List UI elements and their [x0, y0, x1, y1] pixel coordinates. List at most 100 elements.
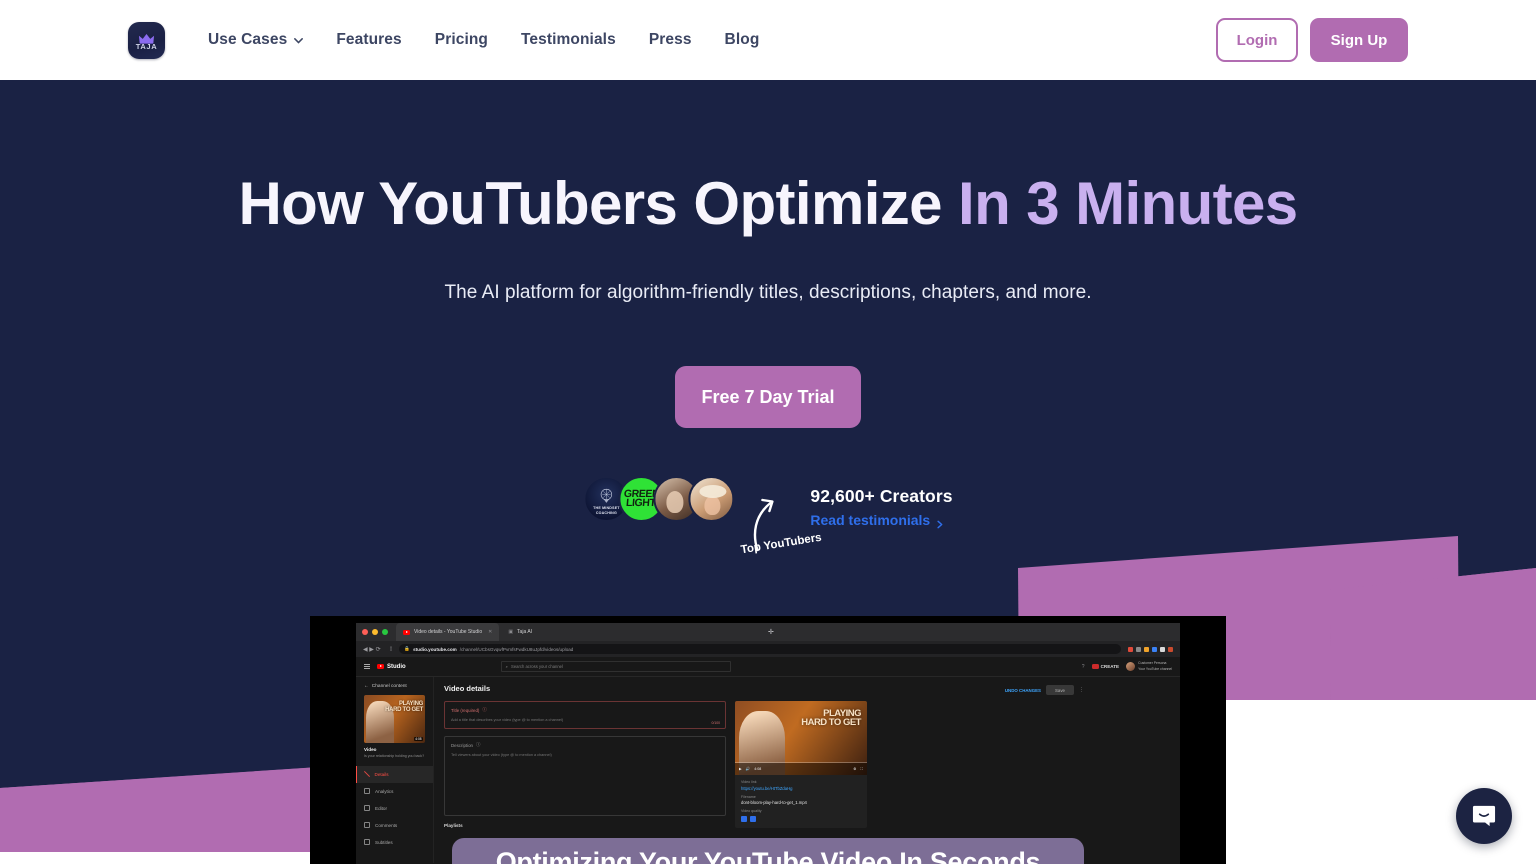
top-navbar: TAJA Use Cases Features Pricing Testimon…	[0, 0, 1536, 80]
browser-tab[interactable]: ▣ Taja AI	[499, 623, 539, 641]
extension-icon[interactable]	[1168, 646, 1173, 652]
extension-icon[interactable]	[1128, 646, 1133, 652]
studio-main: Video details UNDO CHANGES Save ⋮ Title …	[434, 677, 1180, 863]
kebab-menu-icon[interactable]: ⋮	[1079, 687, 1084, 693]
demo-video[interactable]: Video details - YouTube Studio ✕ ▣ Taja …	[310, 616, 1226, 864]
player-right-controls[interactable]: ⚙ ⛶	[853, 767, 863, 771]
nav-item-blog[interactable]: Blog	[725, 31, 760, 49]
page-title: How YouTubers Optimize In 3 Minutes	[0, 170, 1536, 237]
headline-main: How YouTubers Optimize	[238, 170, 942, 237]
pencil-icon	[363, 771, 370, 778]
nav-back-forward-reload[interactable]: ◀ ▶ ⟳	[363, 646, 381, 653]
youtube-icon	[377, 664, 384, 669]
nav-actions: Login Sign Up	[1216, 0, 1408, 80]
hamburger-icon[interactable]	[364, 664, 370, 669]
signup-button[interactable]: Sign Up	[1310, 18, 1408, 62]
extension-icons[interactable]	[1128, 646, 1173, 652]
browser-tab[interactable]: Video details - YouTube Studio ✕	[396, 623, 500, 641]
avatar-group: THE MINDSET COACHING GREEN LIGHT	[583, 476, 735, 523]
play-icon[interactable]: ▶	[739, 767, 742, 771]
extension-icon[interactable]	[1144, 646, 1149, 652]
hero-section: How YouTubers Optimize In 3 Minutes The …	[0, 80, 1536, 576]
browser-tabstrip: Video details - YouTube Studio ✕ ▣ Taja …	[356, 623, 1180, 641]
nav-item-pricing[interactable]: Pricing	[435, 31, 488, 49]
nav-item-label: Pricing	[434, 31, 488, 48]
nav-item-features[interactable]: Features	[336, 31, 401, 49]
social-proof: THE MINDSET COACHING GREEN LIGHT Top YouTu…	[0, 476, 1536, 576]
video-camera-icon	[1091, 664, 1099, 669]
sidebar-item-subtitles[interactable]: Subtitles	[356, 834, 433, 851]
create-button[interactable]: CREATE	[1091, 664, 1119, 669]
undo-changes-button[interactable]: UNDO CHANGES	[1005, 688, 1041, 693]
volume-icon[interactable]: 🔊	[746, 767, 750, 771]
nav-item-testimonials[interactable]: Testimonials	[521, 31, 616, 49]
studio-header: Studio ⌕ Search across your channel ? CR…	[356, 657, 1180, 677]
maximize-icon[interactable]	[382, 629, 388, 635]
nav-item-press[interactable]: Press	[649, 31, 692, 49]
studio-search-placeholder: Search across your channel	[511, 664, 563, 669]
player-controls[interactable]: ▶ 🔊 4:08 ⚙ ⛶	[735, 763, 867, 775]
sidebar-item-comments[interactable]: Comments	[356, 817, 433, 834]
preview-card: PLAYING HARD TO GET ▶ 🔊 4:08 ⚙ ⛶ Video l…	[735, 701, 867, 828]
video-thumbnail[interactable]: PLAYING HARD TO GET 4:08	[364, 695, 425, 743]
shield-icon: ▯	[389, 646, 393, 652]
url-host: studio.youtube.com	[413, 646, 457, 652]
sidebar-item-editor[interactable]: Editor	[356, 800, 433, 817]
free-trial-button[interactable]: Free 7 Day Trial	[675, 366, 861, 429]
read-testimonials-label: Read testimonials	[810, 512, 931, 529]
nav-links: Use Cases Features Pricing Testimonials …	[208, 0, 759, 80]
sidebar-item-label: Analytics	[375, 788, 394, 794]
description-field[interactable]: Description ⓘ Tell viewers about your vi…	[444, 736, 726, 817]
studio-form: Title (required) ⓘ Add a title that desc…	[444, 701, 726, 828]
url-input[interactable]: 🔒 studio.youtube.com /channel/UCbsGvqwfP…	[399, 644, 1121, 654]
preview-metadata: Video link https://youtu.be/HtTbZdaHg Fi…	[735, 775, 867, 828]
arrow-left-icon: ←	[364, 684, 369, 689]
help-icon[interactable]: ?	[1082, 664, 1085, 670]
nav-item-use-cases[interactable]: Use Cases	[208, 31, 304, 49]
sidebar-video-subtitle: Is your relationship holding you back?	[364, 753, 425, 758]
sidebar-item-analytics[interactable]: Analytics	[356, 783, 433, 800]
video-link-key: Video link	[741, 780, 757, 784]
minimize-icon[interactable]	[372, 629, 378, 635]
studio-search-input[interactable]: ⌕ Search across your channel	[500, 661, 731, 672]
youtube-icon	[403, 629, 410, 635]
nav-item-label: Features	[336, 31, 402, 48]
headline-accent: In 3 Minutes	[958, 170, 1298, 237]
quality-badges	[741, 815, 861, 822]
fullscreen-icon[interactable]: ⛶	[860, 767, 863, 771]
extension-icon[interactable]	[1160, 646, 1165, 652]
landing-page: TAJA Use Cases Features Pricing Testimon…	[0, 0, 1536, 864]
account-chip[interactable]: Customer Persona Your YouTube channel	[1126, 661, 1172, 671]
sidebar-item-details[interactable]: Details	[356, 765, 433, 783]
avatar	[1126, 662, 1136, 671]
avatar-creator-4[interactable]	[688, 476, 735, 523]
window-controls[interactable]	[362, 629, 388, 635]
studio-preview-panel: PLAYING HARD TO GET ▶ 🔊 4:08 ⚙ ⛶ Video l…	[735, 701, 867, 828]
preview-thumbnail[interactable]: PLAYING HARD TO GET ▶ 🔊 4:08 ⚙ ⛶	[735, 701, 867, 775]
chat-bubble-icon	[1471, 803, 1497, 829]
sidebar-video-label: Video	[364, 747, 377, 752]
new-tab-icon[interactable]: ✛	[768, 628, 774, 636]
video-link-value[interactable]: https://youtu.be/HtTbZdaHg	[741, 786, 861, 791]
url-path: /channel/UCbsGvqwfPvmfsFwdkU8uJpfd/video…	[459, 646, 574, 652]
browser-urlbar: ◀ ▶ ⟳ ▯ 🔒 studio.youtube.com /channel/UC…	[356, 641, 1180, 657]
crown-icon	[138, 31, 155, 44]
search-icon: ⌕	[505, 664, 509, 669]
save-button[interactable]: Save	[1045, 685, 1074, 695]
studio-logo-label: Studio	[387, 663, 406, 670]
extension-icon[interactable]	[1136, 646, 1141, 652]
title-char-count: 0/100	[711, 721, 721, 726]
caption-overlay: Optimizing Your YouTube Video In Seconds	[452, 838, 1084, 864]
close-icon[interactable]	[362, 629, 368, 635]
chat-launcher-button[interactable]	[1456, 788, 1512, 844]
settings-icon[interactable]: ⚙	[853, 767, 856, 771]
browser-screenshot: Video details - YouTube Studio ✕ ▣ Taja …	[356, 623, 1180, 864]
login-button[interactable]: Login	[1216, 18, 1298, 62]
studio-body: ← Channel content PLAYING HARD TO GET 4:…	[356, 677, 1180, 863]
close-icon[interactable]: ✕	[488, 629, 492, 635]
extension-icon[interactable]	[1152, 646, 1157, 652]
title-field[interactable]: Title (required) ⓘ Add a title that desc…	[444, 701, 726, 730]
logo[interactable]: TAJA	[128, 22, 165, 59]
read-testimonials-link[interactable]: Read testimonials	[810, 512, 952, 528]
back-to-channel-content[interactable]: ← Channel content	[356, 684, 433, 695]
